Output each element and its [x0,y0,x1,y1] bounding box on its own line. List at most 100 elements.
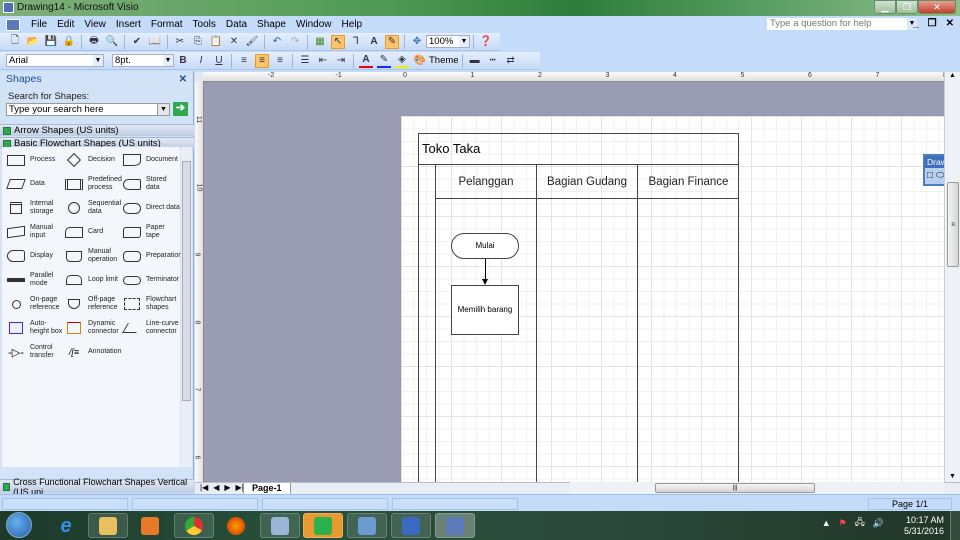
show-desktop-button[interactable] [950,511,960,540]
shape-master-manual-input[interactable]: Manual input [6,221,64,243]
shape-master-internal-storage[interactable]: Internal storage [6,197,64,219]
taskbar-word[interactable] [391,513,431,538]
drawing-tools-icon[interactable]: ✎ [385,34,399,49]
taskbar-chrome[interactable] [174,513,214,538]
taskbar-media-player[interactable] [130,513,170,538]
lane-bagian-gudang[interactable]: Bagian Gudang [537,165,638,482]
shape-master-predefined-process[interactable]: Predefined process [64,173,122,195]
doc-close-button[interactable]: ✕ [946,18,954,29]
help-search-input[interactable]: Type a question for help ▼ [766,17,918,31]
next-page-icon[interactable]: ▶ [224,483,230,492]
theme-icon[interactable]: 🎨 [413,54,427,68]
open-icon[interactable]: 📂 [26,35,40,49]
new-icon[interactable]: 🗋 [8,35,22,49]
align-right-icon[interactable]: ≡ [273,54,287,68]
redo-icon[interactable]: ↷ [288,35,302,49]
pointer-tool-icon[interactable]: ↖ [331,34,345,49]
doc-restore-button[interactable]: ❐ [928,18,937,29]
cut-icon[interactable]: ✂ [173,35,187,49]
shape-master-annotation[interactable]: /[≡ Annotation [64,341,122,363]
scroll-up-icon[interactable]: ▲ [945,72,960,79]
shape-master-decision[interactable]: Decision [64,149,122,171]
shape-master-data[interactable]: Data [6,173,64,195]
shape-master-sequential-data[interactable]: Sequential data [64,197,122,219]
format-painter-icon[interactable]: 🖌 [245,35,259,49]
restore-button[interactable]: ❐ [896,0,918,14]
chevron-down-icon[interactable]: ▼ [157,104,169,115]
menu-window[interactable]: Window [291,19,337,30]
chevron-down-icon[interactable]: ▼ [93,55,103,66]
prev-page-icon[interactable]: ◀ [213,483,219,492]
save-icon[interactable]: 💾 [44,35,58,49]
shape-master-terminator[interactable]: Terminator [122,269,180,291]
drawing-canvas[interactable]: Toko Taka Pelanggan Bagian Gudang Bagian… [204,82,944,482]
show-hidden-icons-icon[interactable]: ▲ [822,518,831,528]
line-color-icon[interactable]: ✎ [377,54,391,68]
horizontal-scrollbar[interactable]: ||| [570,482,944,494]
taskbar-virtual-desktop[interactable] [347,513,387,538]
first-page-icon[interactable]: |◀ [200,483,208,492]
close-button[interactable]: ✕ [918,0,956,14]
cross-functional-pool[interactable]: Toko Taka Pelanggan Bagian Gudang Bagian… [418,133,739,482]
zoom-combo[interactable]: 100% ▼ [426,35,470,48]
taskbar-internet-explorer[interactable]: e [46,513,86,538]
shape-master-line-curve-connector[interactable]: Line-curve connector [122,317,180,339]
shape-master-document[interactable]: Document [122,149,180,171]
chevron-down-icon[interactable]: ▼ [163,55,173,66]
process-shape[interactable]: Memilih barang [451,285,519,335]
minimize-button[interactable]: ▁ [874,0,896,14]
menu-shape[interactable]: Shape [252,19,291,30]
pan-zoom-icon[interactable]: ✥ [410,35,424,49]
menu-format[interactable]: Format [146,19,188,30]
shape-master-stored-data[interactable]: Stored data [122,173,180,195]
chevron-down-icon[interactable]: ▼ [459,36,469,47]
taskbar-file-explorer[interactable] [88,513,128,538]
bullets-icon[interactable]: ☰ [298,54,312,68]
shape-master-manual-operation[interactable]: Manual operation [64,245,122,267]
start-button[interactable] [6,512,32,538]
line-pattern-icon[interactable]: ┅ [486,54,500,68]
help-icon[interactable]: ❓ [479,35,493,49]
shape-master-flowchart-shapes[interactable]: Flowchart shapes [122,293,180,315]
search-go-button[interactable]: ➔ [173,102,188,116]
drawing-floating-toolbar[interactable]: Drawing▾ ✕ □ ⬭ ╱ ⌒ ∿ ✏ [923,154,944,186]
stencil-cross-functional[interactable]: Cross Functional Flowchart Shapes Vertic… [0,477,194,497]
copy-icon[interactable]: ⎘ [191,35,205,49]
decrease-indent-icon[interactable]: ⇤ [316,54,330,68]
scroll-thumb[interactable] [182,161,191,401]
permission-icon[interactable]: 🔒 [62,35,76,49]
font-color-icon[interactable]: A [359,54,373,68]
ellipse-tool-icon[interactable]: ⬭ [936,170,944,185]
menu-insert[interactable]: Insert [111,19,146,30]
shape-master-paper-tape[interactable]: Paper tape [122,221,180,243]
menu-edit[interactable]: Edit [52,19,79,30]
system-clock[interactable]: 10:17 AM 5/31/2016 [904,515,944,537]
menu-data[interactable]: Data [221,19,252,30]
research-icon[interactable]: 📖 [148,35,162,49]
shape-master-on-page-reference[interactable]: On-page reference [6,293,64,315]
taskbar-firefox[interactable] [216,513,256,538]
undo-icon[interactable]: ↶ [270,35,284,49]
spelling-icon[interactable]: ✔ [130,35,144,49]
menu-file[interactable]: File [26,19,52,30]
doc-minimize-button[interactable]: _ [913,18,919,29]
shape-master-auto-height-box[interactable]: Auto-height box [6,317,64,339]
shapes-icon[interactable]: ▦ [313,35,327,49]
pool-title[interactable]: Toko Taka [418,133,739,165]
vertical-scrollbar[interactable]: ▲ ≡ ▼ [944,72,960,482]
taskbar-calculator[interactable] [260,513,300,538]
italic-icon[interactable]: I [194,54,208,68]
vertical-scroll-thumb[interactable]: ≡ [947,182,959,267]
drawing-page[interactable]: Toko Taka Pelanggan Bagian Gudang Bagian… [401,116,944,482]
lane-bagian-finance[interactable]: Bagian Finance [638,165,739,482]
print-preview-icon[interactable]: 🔍 [105,35,119,49]
visio-app-icon[interactable] [3,2,14,13]
scroll-down-icon[interactable]: ▼ [945,473,960,480]
align-left-icon[interactable]: ≡ [237,54,251,68]
network-icon[interactable]: 🖧 [855,515,865,531]
line-ends-icon[interactable]: ⇄ [504,54,518,68]
lane-header[interactable]: Pelanggan [436,165,536,199]
lane-header[interactable]: Bagian Gudang [537,165,637,199]
shape-master-preparation[interactable]: Preparation [122,245,182,267]
shape-master-dynamic-connector[interactable]: Dynamic connector [64,317,122,339]
